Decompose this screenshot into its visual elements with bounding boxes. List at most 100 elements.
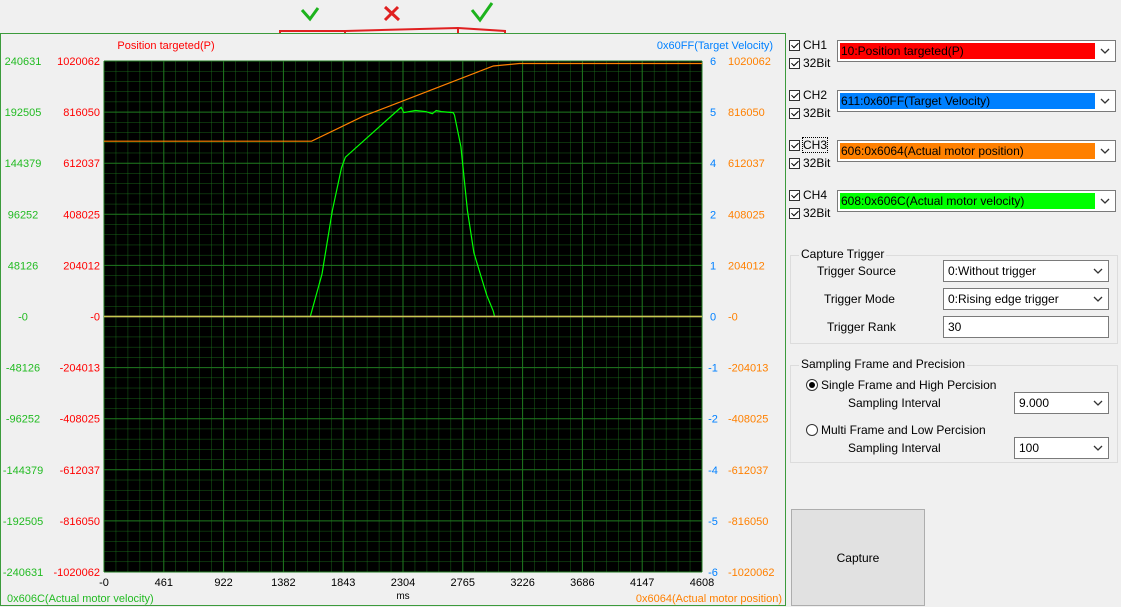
group-title: Capture Trigger bbox=[799, 247, 887, 261]
y-tick-label: -4 bbox=[708, 465, 718, 477]
y-tick-label: 204012 bbox=[63, 260, 100, 272]
y-tick-label: -0 bbox=[90, 312, 100, 324]
sampling-interval-value: 9.000 bbox=[1019, 396, 1050, 410]
settings-panel: CH1 32Bit 10:Position targeted(P) CH2 32Bit 6… bbox=[786, 33, 1121, 606]
x-tick-label: 2765 bbox=[451, 577, 475, 589]
y-tick-label: 816050 bbox=[728, 107, 765, 119]
checkmark-icon bbox=[300, 7, 320, 22]
y-tick-label: 144379 bbox=[5, 158, 42, 170]
ch2-axis-title: 0x60FF(Target Velocity) bbox=[657, 40, 773, 52]
group-title: Sampling Frame and Precision bbox=[799, 357, 968, 371]
x-tick-label: 3226 bbox=[510, 577, 534, 589]
sampling-interval-value: 100 bbox=[1019, 441, 1040, 455]
trigger-mode-label: Trigger Mode bbox=[824, 292, 895, 306]
bit32-label: 32Bit bbox=[803, 56, 831, 70]
y-tick-label: 408025 bbox=[63, 209, 100, 221]
sampling-interval-label: Sampling Interval bbox=[848, 441, 941, 455]
channel-select[interactable]: 606:0x6064(Actual motor position) bbox=[837, 140, 1116, 162]
y-tick-label: 48126 bbox=[8, 260, 39, 272]
y-tick-label: 1020062 bbox=[57, 56, 100, 68]
y-tick-label: 4 bbox=[710, 158, 716, 170]
checkmark-icon bbox=[470, 2, 494, 23]
sampling-group: Sampling Frame and Precision Single Fram… bbox=[790, 357, 1118, 463]
bit32-checkbox[interactable]: 32Bit bbox=[789, 106, 830, 120]
capture-button[interactable]: Capture bbox=[791, 509, 925, 606]
channel-select[interactable]: 10:Position targeted(P) bbox=[837, 40, 1116, 62]
trigger-mode-value: 0:Rising edge trigger bbox=[948, 292, 1059, 306]
y-tick-label: -0 bbox=[728, 312, 738, 324]
multi-frame-radio[interactable] bbox=[806, 424, 818, 436]
channel-row: CH3 32Bit 606:0x6064(Actual motor position… bbox=[786, 137, 1121, 183]
checkbox-icon bbox=[789, 40, 800, 51]
oscilloscope-chart: -0 461 922 1382 1843 2304 2765 3226 3686 4147 4 6 0 8… bbox=[3, 40, 782, 605]
y-tick-label: 240631 bbox=[5, 56, 42, 68]
y-tick-label: -816050 bbox=[728, 516, 768, 528]
cross-icon bbox=[383, 5, 401, 22]
x-axis-unit: ms bbox=[396, 591, 409, 602]
checkbox-icon bbox=[789, 208, 800, 219]
checkbox-icon bbox=[789, 190, 800, 201]
sampling-interval-select[interactable]: 9.000 bbox=[1014, 392, 1109, 414]
bit32-label: 32Bit bbox=[803, 206, 831, 220]
bit32-checkbox[interactable]: 32Bit bbox=[789, 56, 830, 70]
x-tick-label: 4147 bbox=[630, 577, 654, 589]
y-tick-label: -6 bbox=[708, 567, 718, 579]
channel-select[interactable]: 608:0x606C(Actual motor velocity) bbox=[837, 190, 1116, 212]
channel-checkbox[interactable]: CH1 bbox=[789, 38, 827, 52]
sampling-interval-select[interactable]: 100 bbox=[1014, 437, 1109, 459]
x-tick-label: 2304 bbox=[391, 577, 415, 589]
single-frame-label: Single Frame and High Percision bbox=[821, 378, 997, 392]
trigger-source-select[interactable]: 0:Without trigger bbox=[943, 260, 1109, 282]
y-tick-label: -408025 bbox=[60, 414, 100, 426]
bit32-checkbox[interactable]: 32Bit bbox=[789, 156, 830, 170]
multi-frame-label: Multi Frame and Low Percision bbox=[821, 423, 986, 437]
bit32-checkbox[interactable]: 32Bit bbox=[789, 206, 830, 220]
y-tick-label: 612037 bbox=[728, 158, 765, 170]
channel-select-value: 606:0x6064(Actual motor position) bbox=[840, 143, 1095, 159]
trigger-rank-input[interactable]: 30 bbox=[943, 316, 1109, 338]
channel-label: CH1 bbox=[803, 38, 828, 52]
trigger-mode-select[interactable]: 0:Rising edge trigger bbox=[943, 288, 1109, 310]
channel-row: CH4 32Bit 608:0x606C(Actual motor velocity… bbox=[786, 187, 1121, 233]
ch4-axis-title: 0x606C(Actual motor velocity) bbox=[7, 593, 154, 605]
y-tick-label: -204013 bbox=[728, 363, 768, 375]
channel-checkbox[interactable]: CH2 bbox=[789, 88, 827, 102]
y-tick-label: -96252 bbox=[6, 414, 40, 426]
single-frame-radio[interactable] bbox=[806, 379, 818, 391]
x-tick-label: 1382 bbox=[271, 577, 295, 589]
y-tick-label: 612037 bbox=[63, 158, 100, 170]
channel-label: CH2 bbox=[803, 88, 828, 102]
y-tick-label: -2 bbox=[708, 414, 718, 426]
channel-label: CH4 bbox=[803, 188, 828, 202]
trigger-rank-label: Trigger Rank bbox=[827, 320, 896, 334]
channel-select-value: 10:Position targeted(P) bbox=[840, 43, 1095, 59]
y-tick-label: 204012 bbox=[728, 260, 765, 272]
sampling-interval-label: Sampling Interval bbox=[848, 396, 941, 410]
y-tick-label: 1020062 bbox=[728, 56, 771, 68]
channel-checkbox[interactable]: CH4 bbox=[789, 188, 827, 202]
chevron-down-icon bbox=[1100, 48, 1110, 54]
y-tick-label: 5 bbox=[710, 107, 716, 119]
y-tick-label: 96252 bbox=[8, 209, 39, 221]
channel-select-value: 608:0x606C(Actual motor velocity) bbox=[840, 193, 1095, 209]
y-tick-label: -0 bbox=[18, 312, 28, 324]
channel-select[interactable]: 611:0x60FF(Target Velocity) bbox=[837, 90, 1116, 112]
channel-select-value: 611:0x60FF(Target Velocity) bbox=[840, 93, 1095, 109]
y-tick-label: -192505 bbox=[3, 516, 43, 528]
y-tick-label: -5 bbox=[708, 516, 718, 528]
chevron-down-icon bbox=[1093, 268, 1103, 274]
channel-checkbox[interactable]: CH3 bbox=[789, 137, 829, 153]
y-tick-label: -240631 bbox=[3, 567, 43, 579]
chevron-down-icon bbox=[1100, 98, 1110, 104]
y-tick-label: -204013 bbox=[60, 363, 100, 375]
y-tick-label: -48126 bbox=[6, 363, 40, 375]
trigger-source-value: 0:Without trigger bbox=[948, 264, 1037, 278]
channel-label: CH3 bbox=[801, 137, 829, 153]
chevron-down-icon bbox=[1093, 400, 1103, 406]
y-tick-label: -816050 bbox=[60, 516, 100, 528]
y-tick-label: 6 bbox=[710, 56, 716, 68]
y-tick-label: -1 bbox=[708, 363, 718, 375]
chevron-down-icon bbox=[1093, 445, 1103, 451]
chevron-down-icon bbox=[1100, 198, 1110, 204]
y-tick-label: 408025 bbox=[728, 209, 765, 221]
